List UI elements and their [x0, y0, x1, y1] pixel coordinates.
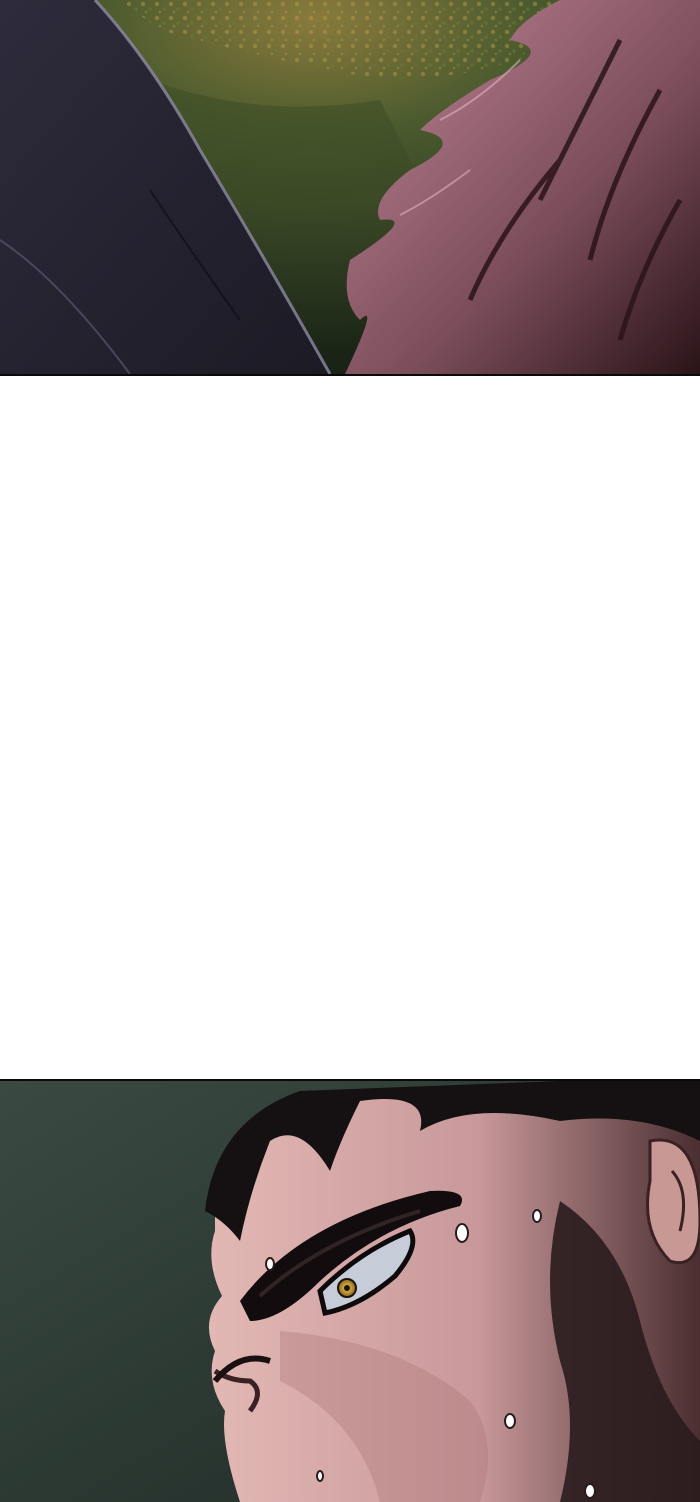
panel-1-artwork	[0, 0, 700, 374]
panel-gutter	[0, 376, 700, 1079]
panel-2-artwork	[0, 1081, 700, 1502]
sweat-drop	[585, 1484, 595, 1498]
sweat-drop	[456, 1224, 468, 1242]
sweat-drop	[533, 1210, 541, 1222]
pupil	[344, 1285, 350, 1291]
comic-panel-1	[0, 0, 700, 376]
comic-panel-2	[0, 1079, 700, 1502]
sweat-drop	[317, 1471, 323, 1481]
sweat-drop	[266, 1258, 274, 1270]
sweat-drop	[505, 1414, 515, 1428]
